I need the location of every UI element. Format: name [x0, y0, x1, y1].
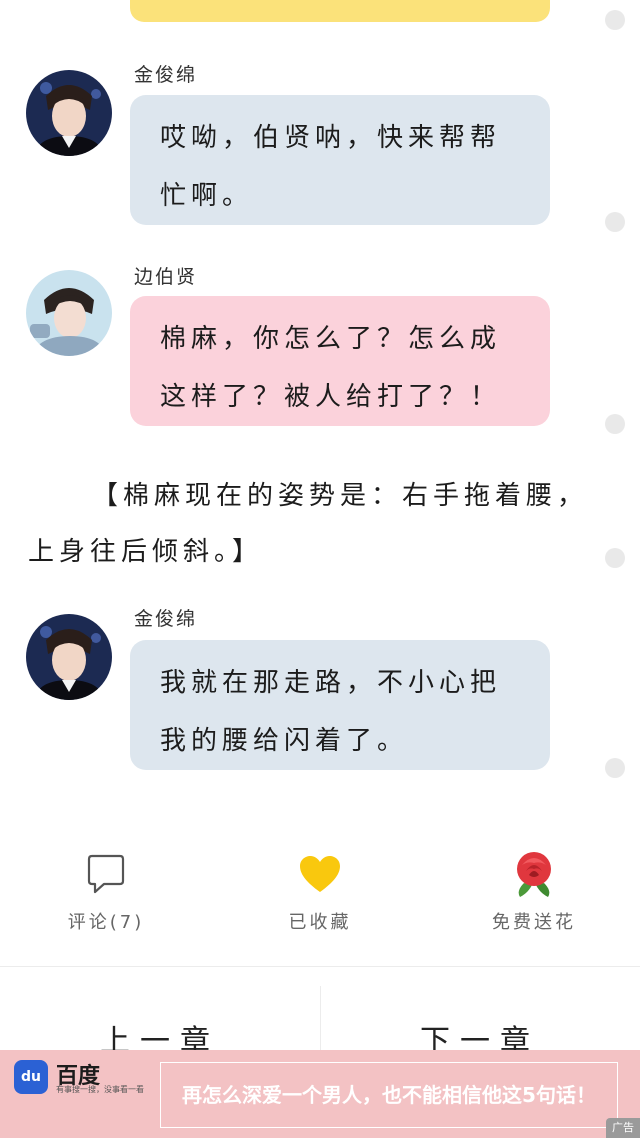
- suho-avatar-image: [26, 614, 112, 700]
- avatar[interactable]: [26, 614, 112, 700]
- speech-bubble-icon: [36, 850, 176, 898]
- message-bubble: 哎呦，伯贤呐，快来帮帮忙啊。: [130, 95, 550, 225]
- message-bubble: 棉麻，你怎么了？怎么成这样了？被人给打了？！: [130, 296, 550, 426]
- ad-headline[interactable]: 再怎么深爱一个男人，也不能相信他这5句话！: [160, 1062, 618, 1128]
- comment-label: 评论(7): [67, 912, 145, 933]
- avatar[interactable]: [26, 70, 112, 156]
- previous-message-bubble: [130, 0, 550, 22]
- rose-icon: [464, 850, 604, 898]
- scroll-rail-dot: [605, 414, 625, 434]
- scroll-rail-dot: [605, 212, 625, 232]
- divider: [320, 986, 321, 1056]
- baekhyun-avatar-image: [26, 270, 112, 356]
- avatar[interactable]: [26, 270, 112, 356]
- send-flower-button[interactable]: 免费送花: [464, 850, 604, 934]
- divider: [0, 966, 640, 967]
- message-bubble: 我就在那走路，不小心把我的腰给闪着了。: [130, 640, 550, 770]
- comment-button[interactable]: 评论(7): [36, 850, 176, 934]
- narration-text: 【棉麻现在的姿势是：右手拖着腰，上身往后倾斜。】: [28, 481, 589, 567]
- flower-label: 免费送花: [492, 912, 576, 933]
- collect-button[interactable]: 已收藏: [250, 850, 390, 934]
- heart-icon: [250, 850, 390, 898]
- speaker-name: 金俊绵: [134, 608, 198, 630]
- scroll-rail-dot: [605, 758, 625, 778]
- ad-tagline: 有事搜一搜，没事看一看: [56, 1085, 144, 1094]
- baidu-logo-icon: du: [14, 1060, 48, 1094]
- scroll-rail-dot: [605, 548, 625, 568]
- suho-avatar-image: [26, 70, 112, 156]
- speaker-name: 边伯贤: [134, 266, 198, 288]
- ad-banner[interactable]: du 百度 有事搜一搜，没事看一看 再怎么深爱一个男人，也不能相信他这5句话！ …: [0, 1050, 640, 1138]
- collect-label: 已收藏: [288, 912, 352, 933]
- scroll-rail-dot: [605, 10, 625, 30]
- ad-label: 广告: [606, 1118, 640, 1138]
- speaker-name: 金俊绵: [134, 64, 198, 86]
